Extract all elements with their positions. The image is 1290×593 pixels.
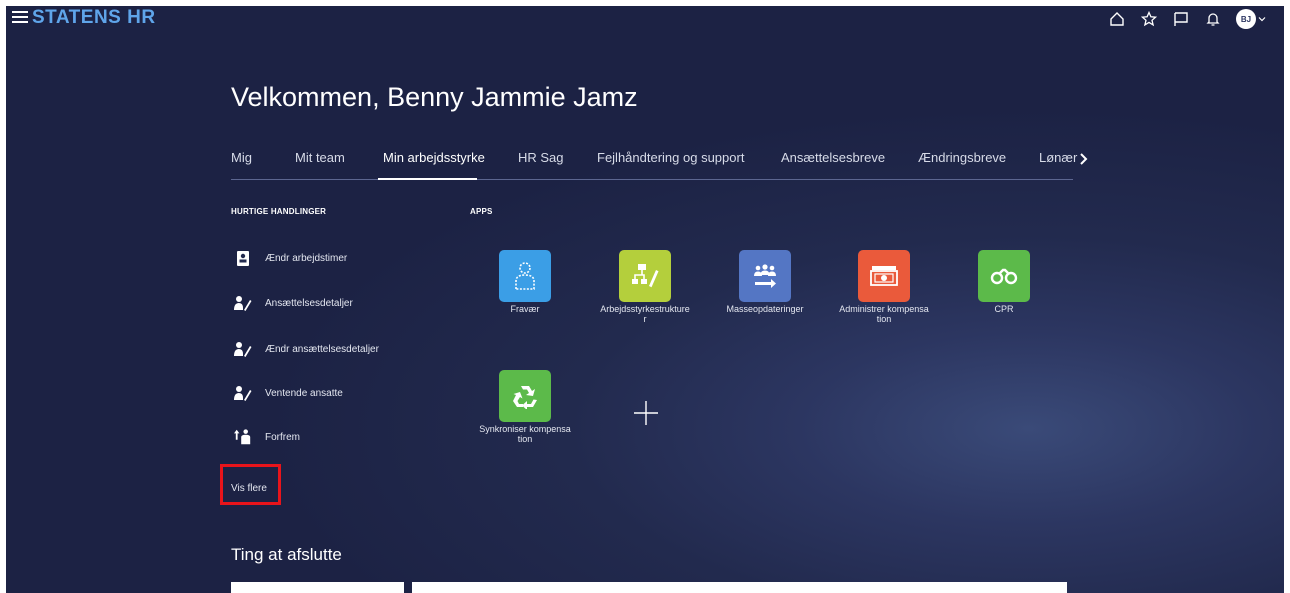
app-masseopdateringer[interactable]: Masseopdateringer — [715, 250, 815, 314]
person-edit-icon — [234, 340, 252, 358]
tab-mig[interactable]: Mig — [231, 150, 252, 165]
brand-title[interactable]: STATENS HR — [32, 7, 156, 29]
plus-icon[interactable] — [632, 399, 660, 427]
quick-action-aendr-ansaettelsesdetaljer[interactable]: Ændr ansættelsesdetaljer — [234, 338, 379, 360]
tab-aendringsbreve[interactable]: Ændringsbreve — [918, 150, 1006, 165]
task-card[interactable] — [231, 582, 404, 593]
top-bar: STATENS HR BJ — [6, 6, 1284, 32]
tab-bar: Mig Mit team Min arbejdsstyrke HR Sag Fe… — [231, 146, 1077, 180]
show-more-link[interactable]: Vis flere — [231, 483, 267, 494]
favorites-star-icon[interactable] — [1140, 10, 1158, 28]
active-tab-indicator — [378, 178, 477, 180]
quick-action-label: Forfrem — [265, 431, 300, 443]
quick-action-ventende-ansatte[interactable]: Ventende ansatte — [234, 382, 343, 404]
app-label: Arbejdsstyrkestrukturer — [600, 304, 690, 324]
absence-person-icon — [499, 250, 551, 302]
quick-action-label: Ændr arbejdstimer — [265, 252, 348, 264]
welcome-heading: Velkommen, Benny Jammie Jamz — [231, 82, 638, 112]
quick-action-label: Ansættelsesdetaljer — [265, 297, 353, 309]
binoculars-icon — [978, 250, 1030, 302]
app-label: CPR — [994, 304, 1014, 314]
app-synkroniser-kompensation[interactable]: Synkroniser kompensation — [475, 370, 575, 444]
task-list-panel[interactable] — [412, 582, 1067, 593]
top-icons: BJ — [1108, 8, 1266, 30]
app-label: Masseopdateringer — [726, 304, 804, 314]
app-cpr[interactable]: CPR — [954, 250, 1054, 314]
apps-title: APPS — [470, 207, 493, 216]
quick-actions-title: HURTIGE HANDLINGER — [231, 207, 327, 216]
app-administrer-kompensation[interactable]: Administrer kompensation — [834, 250, 934, 324]
tab-ansaettelsesbreve[interactable]: Ansættelsesbreve — [781, 150, 885, 165]
user-menu[interactable]: BJ — [1236, 9, 1266, 29]
things-to-finish-heading: Ting at afslutte — [231, 545, 342, 564]
page: STATENS HR BJ Velkommen, Benny Jammie Ja… — [6, 6, 1284, 593]
quick-action-ansaettelsesdetaljer[interactable]: Ansættelsesdetaljer — [234, 292, 353, 314]
tab-min-arbejdsstyrke[interactable]: Min arbejdsstyrke — [383, 150, 485, 165]
home-icon[interactable] — [1108, 10, 1126, 28]
app-label: Administrer kompensation — [839, 304, 929, 324]
chevron-right-icon[interactable] — [1079, 152, 1089, 171]
tab-hr-sag[interactable]: HR Sag — [518, 150, 564, 165]
flag-icon[interactable] — [1172, 10, 1190, 28]
tab-mit-team[interactable]: Mit team — [295, 150, 345, 165]
quick-action-label: Ændr ansættelsesdetaljer — [265, 343, 379, 355]
tab-loenaer[interactable]: Lønær — [1039, 150, 1077, 165]
app-label: Synkroniser kompensation — [479, 424, 571, 444]
quick-action-aendr-arbejdstimer[interactable]: Ændr arbejdstimer — [234, 247, 347, 269]
quick-action-forfrem[interactable]: Forfrem — [234, 426, 300, 448]
tab-fejlhaandtering[interactable]: Fejlhåndtering og support — [597, 150, 744, 165]
app-label: Fravær — [510, 304, 540, 314]
chevron-down-icon — [1258, 17, 1266, 22]
org-structure-icon — [619, 250, 671, 302]
person-edit-icon — [234, 294, 252, 312]
recycle-icon — [499, 370, 551, 422]
avatar[interactable]: BJ — [1236, 9, 1256, 29]
promote-icon — [234, 428, 252, 446]
money-icon — [858, 250, 910, 302]
id-badge-icon — [234, 249, 252, 267]
app-arbejdsstyrkestrukturer[interactable]: Arbejdsstyrkestrukturer — [595, 250, 695, 324]
hamburger-menu-icon[interactable] — [12, 11, 28, 25]
quick-action-label: Ventende ansatte — [265, 387, 343, 399]
notifications-bell-icon[interactable] — [1204, 10, 1222, 28]
app-fravaer[interactable]: Fravær — [475, 250, 575, 314]
mass-update-icon — [739, 250, 791, 302]
person-edit-icon — [234, 384, 252, 402]
